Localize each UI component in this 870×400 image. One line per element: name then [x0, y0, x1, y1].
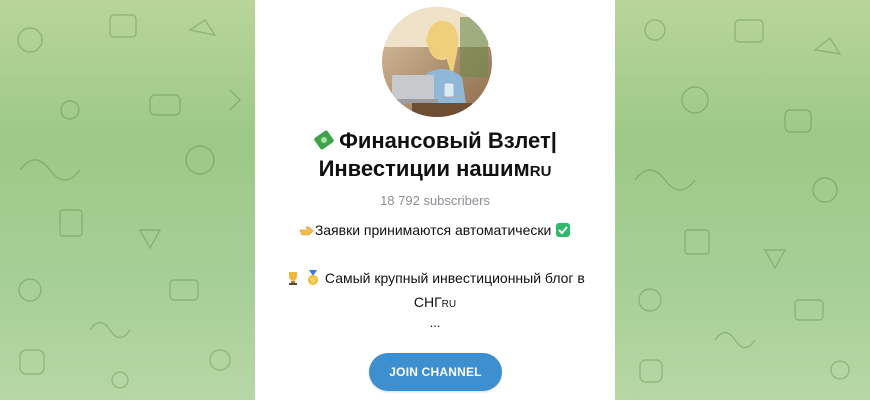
title-line1: Финансовый Взлет|: [339, 128, 557, 153]
description-text-1: Заявки принимаются автоматически: [314, 222, 552, 238]
subscriber-count: 18 792 subscribers: [380, 193, 490, 208]
join-channel-button[interactable]: JOIN CHANNEL: [369, 353, 502, 391]
trophy-icon: [285, 269, 301, 285]
medal-icon: [305, 269, 321, 285]
check-mark-icon: [555, 222, 571, 238]
description-suffix: RU: [441, 299, 457, 310]
channel-card: Финансовый Взлет| Инвестиции нашимRU 18 …: [255, 0, 615, 400]
title-line2: Инвестиции нашим: [318, 156, 530, 181]
doodle-pattern-right: [634, 19, 850, 383]
title-suffix: RU: [529, 163, 552, 180]
money-with-wings-icon: [313, 129, 335, 151]
description-line2: Самый крупный инвестиционный блог в СНГR…: [275, 266, 595, 317]
pointing-hand-icon: [299, 222, 315, 238]
doodle-pattern-left: [17, 14, 241, 389]
description-ellipsis: ...: [429, 315, 441, 330]
channel-title: Финансовый Взлет| Инвестиции нашимRU: [255, 127, 615, 186]
description-line1: Заявки принимаются автоматически: [255, 222, 615, 238]
background-left: [0, 0, 255, 400]
channel-avatar: [382, 7, 492, 117]
avatar-photo: [382, 7, 492, 117]
background-right: [615, 0, 870, 400]
